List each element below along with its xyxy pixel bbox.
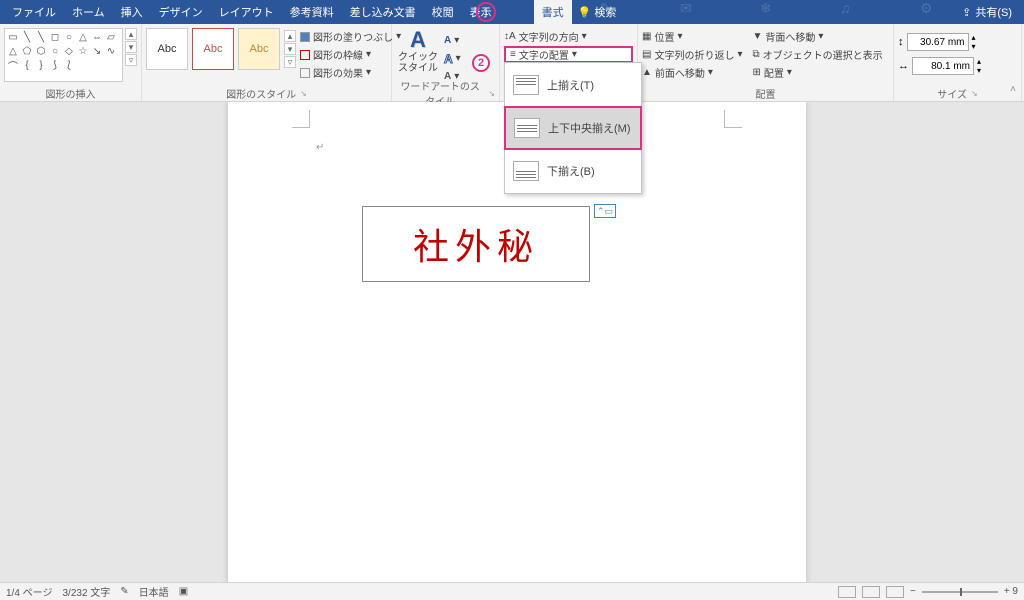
height-input[interactable] [907, 33, 969, 51]
style-preset-2[interactable]: Abc [192, 28, 234, 70]
dialog-launcher-icon[interactable]: ↘ [300, 89, 307, 98]
ribbon-tabs: ✎✉❄♫⚙ ファイル ホーム 挿入 デザイン レイアウト 参考資料 差し込み文書… [0, 0, 1024, 24]
width-icon: ↔ [898, 60, 909, 72]
view-read-icon[interactable] [838, 586, 856, 598]
tab-home[interactable]: ホーム [64, 0, 113, 24]
wrap-text-button[interactable]: ▤ 文字列の折り返し ▾ [642, 46, 742, 63]
align-bottom-item[interactable]: 下揃え(B) [505, 149, 641, 193]
style-preset-3[interactable]: Abc [238, 28, 280, 70]
callout-2: 2 [472, 54, 490, 72]
share-icon: ⇪ [962, 6, 971, 19]
height-icon: ↕ [898, 36, 904, 48]
callout-1: 1 [476, 2, 496, 22]
zoom-label[interactable]: + 9 [1004, 586, 1018, 597]
word-count[interactable]: 3/232 文字 [62, 584, 110, 599]
send-backward-button[interactable]: ▼ 背面へ移動 ▾ [752, 28, 882, 45]
position-button[interactable]: ▦ 位置 ▾ [642, 28, 742, 45]
style-gallery-scroll[interactable]: ▴▾▿ [284, 30, 296, 68]
textbox-shape[interactable]: 社外秘 [362, 206, 590, 282]
text-align-dropdown[interactable]: ≡文字の配置 ▾ [504, 46, 633, 63]
shape-effects-button[interactable]: 図形の効果 ▾ [298, 64, 403, 81]
wordart-a-icon: A [410, 28, 426, 52]
margin-corner-tl [292, 110, 310, 128]
group-size: ↕ ▴▾ ↔ ▴▾ サイズ↘ [894, 24, 1022, 101]
spellcheck-icon[interactable]: ✎ [120, 586, 128, 597]
tab-review[interactable]: 校閲 [424, 0, 462, 24]
language-status[interactable]: 日本語 [139, 584, 169, 599]
style-preset-1[interactable]: Abc [146, 28, 188, 70]
collapse-ribbon-icon[interactable]: ˄ [1006, 82, 1020, 96]
tab-design[interactable]: デザイン [151, 0, 211, 24]
macro-icon[interactable]: ▣ [179, 586, 188, 597]
align-middle-icon [514, 118, 540, 138]
selection-pane-button[interactable]: ⧉ オブジェクトの選択と表示 [752, 46, 882, 63]
align-bottom-icon [513, 161, 539, 181]
dialog-launcher-icon[interactable]: ↘ [971, 89, 978, 98]
tab-layout[interactable]: レイアウト [211, 0, 282, 24]
paragraph-mark: ↵ [316, 142, 324, 153]
shapes-gallery-scroll[interactable]: ▴▾▿ [125, 28, 137, 66]
group-wordart-styles: A クイック スタイル A ▾ A ▾ A ▾ 2 ワードアートのスタイル↘ [392, 24, 500, 101]
align-top-icon [513, 75, 539, 95]
shape-outline-button[interactable]: 図形の枠線 ▾ [298, 46, 403, 63]
tab-references[interactable]: 参考資料 [282, 0, 342, 24]
group-shape-styles: Abc Abc Abc ▴▾▿ 図形の塗りつぶし ▾ 図形の枠線 ▾ 図形の効果… [142, 24, 392, 101]
height-input-row: ↕ ▴▾ [898, 32, 976, 52]
align-middle-item[interactable]: 上下中央揃え(M) [504, 106, 642, 150]
tab-file[interactable]: ファイル [4, 0, 64, 24]
layout-options-icon[interactable]: ⌃▭ [594, 204, 616, 218]
text-direction-icon: ↕A [504, 31, 516, 42]
text-fill-button[interactable]: A ▾ [442, 32, 463, 49]
width-input[interactable] [912, 57, 974, 75]
tell-me-search[interactable]: 💡検索 [578, 0, 617, 24]
margin-corner-tr [724, 110, 742, 128]
width-input-row: ↔ ▴▾ [898, 56, 981, 76]
group-arrange: ▦ 位置 ▾ ▤ 文字列の折り返し ▾ ▲ 前面へ移動 ▾ ▼ 背面へ移動 ▾ … [638, 24, 894, 101]
view-print-icon[interactable] [862, 586, 880, 598]
group-insert-shapes: ▭╲╲◻○△⇔ ▱△⬠⬡○◇☆ ↘∿⌒{}⟆⟅ ▴▾▿ 図形の挿入 [0, 24, 142, 101]
shape-style-gallery[interactable]: Abc Abc Abc ▴▾▿ [146, 28, 296, 70]
tab-insert[interactable]: 挿入 [113, 0, 151, 24]
align-objects-button[interactable]: ⊞ 配置 ▾ [752, 64, 882, 81]
bring-forward-button[interactable]: ▲ 前面へ移動 ▾ [642, 64, 742, 81]
wordart-quickstyle-button[interactable]: A クイック スタイル [396, 28, 440, 74]
shape-fill-button[interactable]: 図形の塗りつぶし ▾ [298, 28, 403, 45]
share-button[interactable]: ⇪共有(S) [962, 0, 1012, 24]
lightbulb-icon: 💡 [578, 6, 592, 19]
tab-format[interactable]: 書式 [534, 0, 572, 24]
zoom-out-button[interactable]: − [910, 586, 916, 597]
text-align-menu: 上揃え(T) 上下中央揃え(M) 下揃え(B) [504, 62, 642, 194]
page-count[interactable]: 1/4 ページ [6, 584, 52, 599]
dialog-launcher-icon[interactable]: ↘ [488, 89, 495, 98]
align-icon: ≡ [510, 49, 516, 60]
align-top-item[interactable]: 上揃え(T) [505, 63, 641, 107]
view-web-icon[interactable] [886, 586, 904, 598]
zoom-slider[interactable] [922, 591, 998, 593]
text-outline-button[interactable]: A ▾ [442, 50, 463, 67]
text-direction-button[interactable]: ↕A文字列の方向 ▾ [504, 28, 633, 45]
tab-mailings[interactable]: 差し込み文書 [342, 0, 424, 24]
status-bar: 1/4 ページ 3/232 文字 ✎ 日本語 ▣ − + 9 [0, 582, 1024, 600]
shapes-gallery[interactable]: ▭╲╲◻○△⇔ ▱△⬠⬡○◇☆ ↘∿⌒{}⟆⟅ [4, 28, 123, 82]
tab-help[interactable] [500, 0, 534, 24]
